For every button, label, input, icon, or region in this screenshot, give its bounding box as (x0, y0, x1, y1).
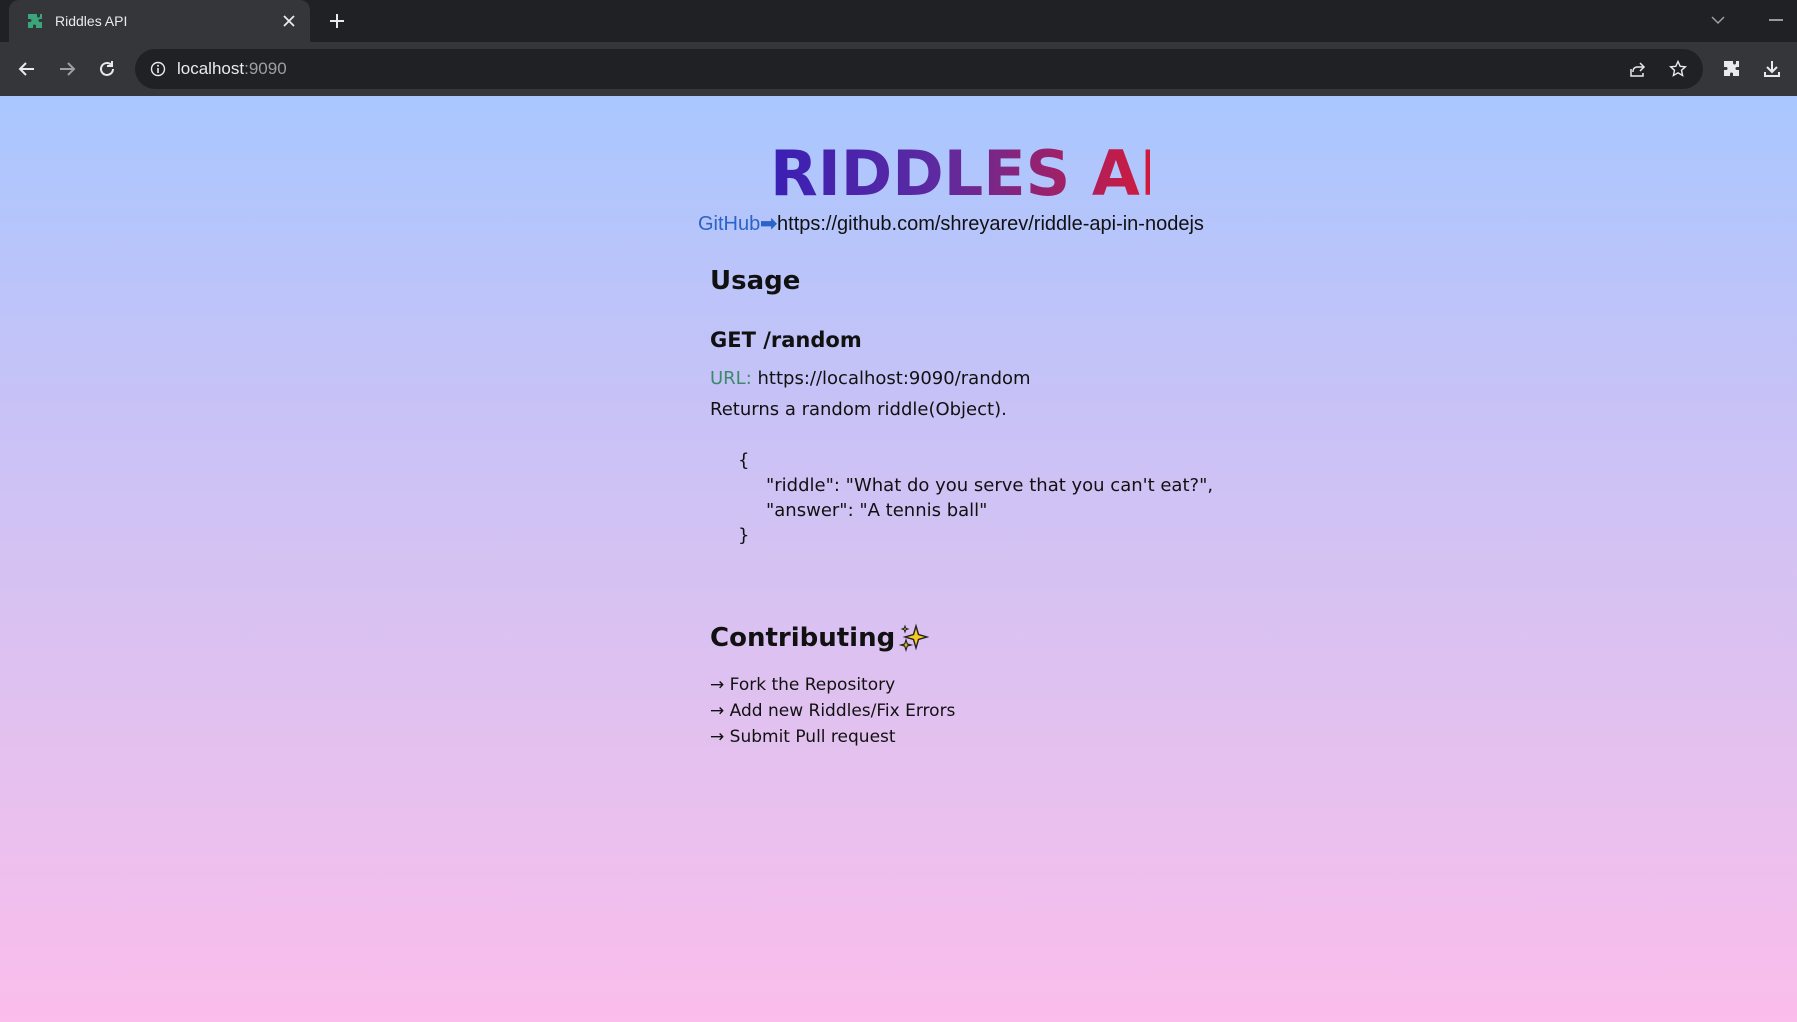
back-arrow-icon[interactable] (12, 54, 42, 84)
code-riddle-line: "riddle": "What do you serve that you ca… (766, 475, 1214, 496)
share-icon[interactable] (1623, 54, 1653, 84)
plus-icon[interactable] (326, 10, 348, 32)
page-viewport: RIDDLES API GitHub➡https://github.com/sh… (0, 96, 1797, 1022)
github-line: GitHub➡https://github.com/shreyarev/ridd… (698, 211, 1204, 236)
chevron-down-icon[interactable] (1706, 10, 1730, 30)
puzzle-piece-icon[interactable] (1717, 54, 1747, 84)
url-text[interactable]: localhost:9090 (177, 59, 1623, 79)
code-open: { (738, 450, 750, 471)
page-title: RIDDLES API (770, 134, 1208, 214)
reload-icon[interactable] (92, 54, 122, 84)
code-answer-line: "answer": "A tennis ball" (766, 500, 988, 521)
url-port: :9090 (244, 59, 287, 78)
url-label: URL: (710, 368, 752, 389)
url-value: https://localhost:9090/random (757, 368, 1031, 389)
browser-chrome: Riddles API localhost:9090 (0, 0, 1797, 96)
code-block: { "riddle": "What do you serve that you c… (738, 448, 1213, 548)
download-icon[interactable] (1757, 54, 1787, 84)
minimize-icon[interactable] (1764, 10, 1788, 30)
toolbar: localhost:9090 (0, 42, 1797, 96)
github-url: https://github.com/shreyarev/riddle-api-… (777, 213, 1204, 235)
info-icon[interactable] (149, 60, 167, 78)
tab-strip: Riddles API (0, 0, 1797, 42)
list-item: → Add new Riddles/Fix Errors (710, 701, 956, 721)
url-host: localhost (177, 59, 245, 78)
usage-heading: Usage (710, 266, 801, 296)
tab-riddles-api[interactable]: Riddles API (9, 0, 310, 42)
arrow-right-icon: ➡ (760, 213, 778, 235)
code-close: } (738, 525, 750, 546)
star-icon[interactable] (1663, 54, 1693, 84)
close-icon[interactable] (279, 11, 299, 31)
list-item: → Fork the Repository (710, 675, 896, 695)
address-bar[interactable]: localhost:9090 (135, 49, 1703, 89)
forward-arrow-icon[interactable] (52, 54, 82, 84)
description: Returns a random riddle(Object). (710, 399, 1007, 420)
contributing-heading-text: Contributing (710, 623, 896, 653)
tab-title: Riddles API (55, 13, 128, 29)
url-line: URL: https://localhost:9090/random (710, 368, 1031, 389)
github-link[interactable]: GitHub (698, 213, 760, 235)
title-text: RIDDLES API (770, 134, 1208, 214)
contributing-heading: Contributing (710, 623, 930, 653)
list-item: → Submit Pull request (710, 727, 896, 747)
sparkle-icon (899, 623, 930, 653)
puzzle-icon (26, 12, 44, 30)
endpoint-heading: GET /random (710, 328, 862, 352)
contributing-list: → Fork the Repository → Add new Riddles/… (710, 672, 955, 750)
